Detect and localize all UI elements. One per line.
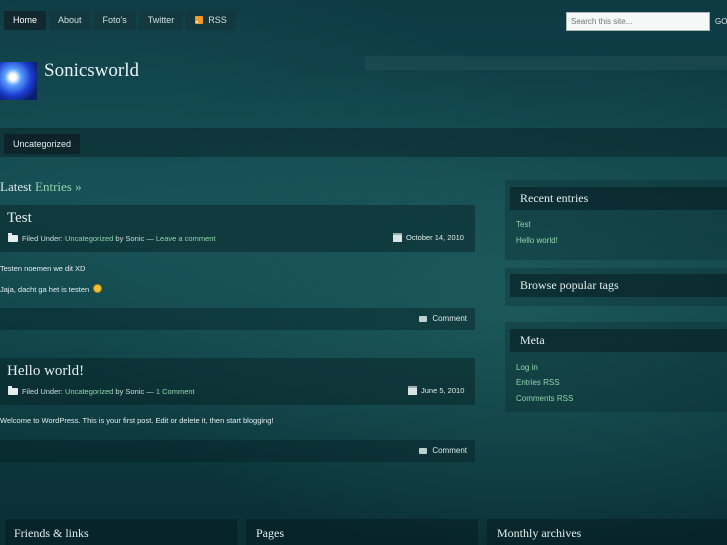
recent-entry-link[interactable]: Hello world!: [516, 236, 558, 245]
post-date-text: October 14, 2010: [406, 233, 464, 242]
site-title[interactable]: Sonicsworld: [44, 60, 139, 82]
calendar-icon: [393, 233, 402, 242]
nav-tab-label: Twitter: [147, 15, 175, 25]
post-meta: Filed Under: Uncategorized by Sonic — 1 …: [8, 386, 195, 396]
filed-under-label: Filed Under:: [22, 387, 63, 396]
comment-label: Comment: [432, 314, 467, 323]
widget-title[interactable]: Browse popular tags: [510, 274, 727, 297]
footer-archives-title: Monthly archives: [497, 526, 582, 540]
post-date-text: June 5, 2010: [421, 386, 465, 395]
category-tab-uncategorized[interactable]: Uncategorized: [4, 134, 81, 154]
post-date: June 5, 2010: [408, 386, 464, 395]
post-category-link[interactable]: Uncategorized: [65, 234, 113, 243]
post-title[interactable]: Hello world!: [7, 363, 84, 380]
search-go-button[interactable]: GO: [715, 17, 727, 26]
footer-pages-title: Pages: [256, 526, 284, 540]
comment-button[interactable]: Comment: [419, 314, 467, 323]
comment-button[interactable]: Comment: [419, 446, 467, 455]
calendar-icon: [408, 386, 417, 395]
rss-icon: [195, 16, 204, 24]
search-input[interactable]: [566, 12, 710, 31]
header-decoration: [365, 56, 727, 70]
post-paragraph: Jaja, dacht ga het is testen: [0, 284, 103, 294]
nav-tab-home[interactable]: Home: [4, 11, 47, 30]
footer-friends-title: Friends & links: [14, 526, 89, 540]
comment-icon: [419, 447, 428, 454]
comments-count-link[interactable]: 1 Comment: [156, 387, 195, 396]
meta-entries-rss-link[interactable]: Entries RSS: [516, 378, 560, 387]
comment-bar: Comment: [0, 308, 475, 330]
leave-comment-link[interactable]: Leave a comment: [156, 234, 216, 243]
post-date: October 14, 2010: [393, 233, 464, 242]
site-logo[interactable]: [0, 62, 37, 100]
nav-tab-about[interactable]: About: [49, 11, 91, 30]
filed-under-label: Filed Under:: [22, 234, 63, 243]
recent-entry-link[interactable]: Test: [516, 220, 531, 229]
widget-title: Recent entries: [510, 187, 727, 210]
latest-accent: Entries »: [35, 179, 82, 194]
post-paragraph: Testen noemen we dit XD: [0, 264, 86, 273]
meta-comments-rss-link[interactable]: Comments RSS: [516, 394, 573, 403]
post-paragraph-text: Jaja, dacht ga het is testen: [0, 285, 90, 294]
comment-icon: [419, 315, 428, 322]
folder-icon: [8, 386, 18, 395]
nav-tab-fotos[interactable]: Foto's: [93, 11, 136, 30]
comment-bar: Comment: [0, 440, 475, 462]
folder-icon: [8, 233, 18, 242]
nav-tab-label: Foto's: [102, 15, 127, 25]
post-header: [0, 205, 475, 252]
post-paragraph: Welcome to WordPress. This is your first…: [0, 416, 274, 425]
smiley-icon: [93, 284, 103, 293]
latest-entries-heading: Latest Entries »: [0, 179, 82, 195]
nav-tab-label: Home: [13, 15, 38, 25]
nav-tab-label: RSS: [208, 15, 227, 25]
post-category-link[interactable]: Uncategorized: [65, 387, 113, 396]
nav-tab-rss[interactable]: RSS: [186, 11, 236, 30]
post-author: by Sonic —: [115, 387, 154, 396]
post-meta: Filed Under: Uncategorized by Sonic — Le…: [8, 233, 216, 243]
comment-label: Comment: [432, 446, 467, 455]
nav-tab-twitter[interactable]: Twitter: [138, 11, 184, 30]
nav-tab-label: About: [58, 15, 82, 25]
search-form: GO: [566, 12, 727, 31]
meta-login-link[interactable]: Log in: [516, 363, 538, 372]
post-title[interactable]: Test: [7, 210, 32, 227]
top-nav: Home About Foto's Twitter RSS: [4, 11, 236, 30]
post-author: by Sonic —: [115, 234, 154, 243]
widget-title: Meta: [510, 329, 727, 352]
latest-prefix: Latest: [0, 179, 32, 194]
category-bar: [0, 128, 727, 157]
